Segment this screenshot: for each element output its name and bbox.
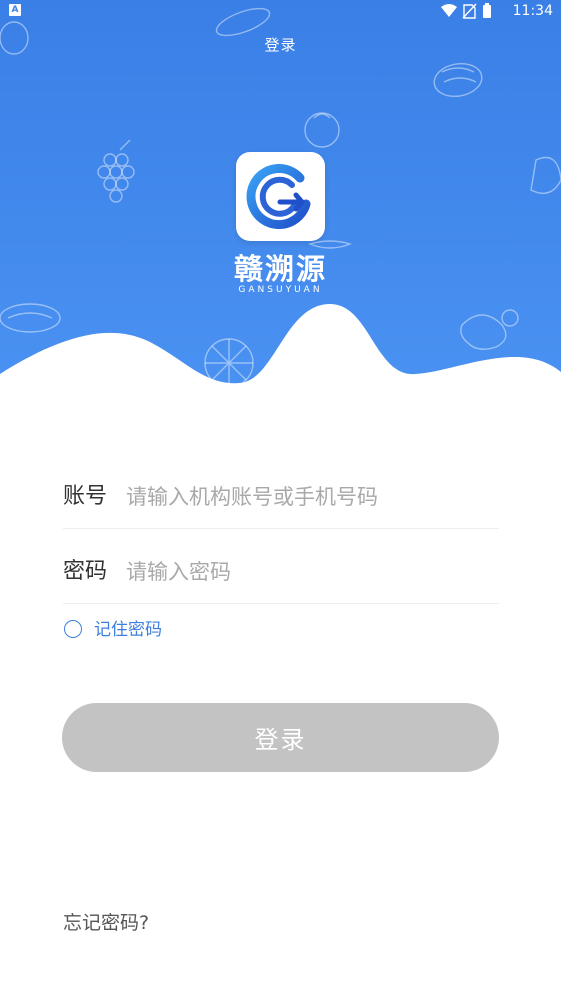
logo-g-arrow-icon bbox=[246, 164, 311, 229]
status-icons bbox=[441, 3, 491, 19]
status-time: 11:34 bbox=[512, 3, 553, 19]
password-field-row: 密码 bbox=[63, 543, 499, 604]
brand-name: 赣溯源 bbox=[233, 252, 327, 286]
account-label: 账号 bbox=[63, 484, 108, 509]
radio-circle-icon[interactable] bbox=[64, 620, 82, 638]
password-input[interactable] bbox=[126, 553, 496, 591]
notification-badge: A bbox=[9, 4, 21, 16]
brand-subtitle: GANSUYUAN bbox=[238, 285, 323, 295]
password-label: 密码 bbox=[63, 559, 108, 584]
status-bar: A 11:34 bbox=[0, 0, 561, 24]
account-input[interactable] bbox=[126, 478, 496, 516]
page-title: 登录 bbox=[264, 36, 297, 54]
app-logo bbox=[236, 152, 325, 241]
wifi-icon bbox=[441, 4, 457, 17]
login-screen: A 11:34 登录 赣溯源 GANSUYUAN 账号 请输入机构账号或手机号码… bbox=[0, 0, 561, 999]
forgot-password-link[interactable]: 忘记密码? bbox=[63, 910, 149, 936]
login-button[interactable]: 登录 bbox=[62, 703, 499, 772]
account-field-row: 账号 bbox=[63, 468, 499, 529]
remember-password-label[interactable]: 记住密码 bbox=[94, 618, 162, 642]
battery-icon bbox=[483, 5, 491, 18]
